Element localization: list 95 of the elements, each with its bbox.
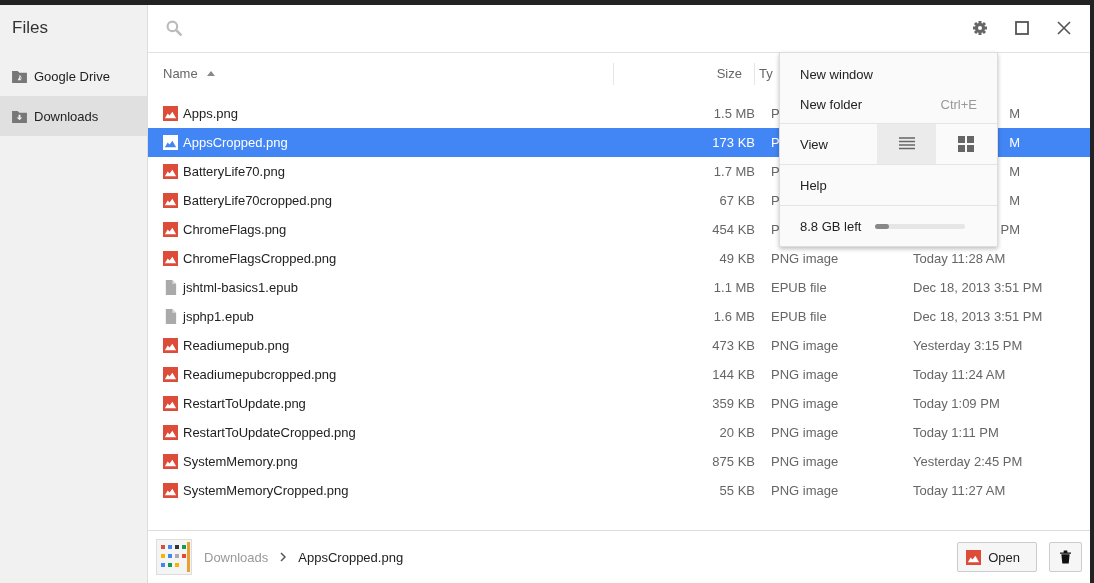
image-file-icon [163,482,178,498]
file-size: 173 KB [712,134,755,150]
file-name: Readiumepub.png [183,337,290,353]
file-date: M [1009,192,1020,208]
trash-icon [1060,550,1071,565]
chevron-right-icon [280,552,287,563]
image-file-icon [163,105,178,121]
file-name: ChromeFlags.png [183,221,287,237]
sidebar-item[interactable]: Downloads [0,96,147,136]
file-name: Readiumepubcropped.png [183,366,337,382]
delete-button[interactable] [1049,542,1082,573]
file-name: BatteryLife70cropped.png [183,192,332,208]
file-type: P [771,105,780,121]
file-size: 144 KB [712,366,755,382]
file-type: P [771,134,780,150]
file-type: PNG image [771,337,839,353]
file-name: AppsCropped.png [183,134,288,150]
file-size: 875 KB [712,453,755,469]
file-size: 359 KB [712,395,755,411]
file-size: 1.1 MB [713,279,755,295]
grid-view-icon [957,136,974,152]
settings-icon[interactable] [972,20,988,37]
file-date: Yesterday 2:45 PM [913,453,1023,469]
file-size: 67 KB [719,192,755,208]
file-type: EPUB file [771,279,827,295]
sort-up-icon [206,71,215,77]
file-size: 55 KB [719,482,755,498]
file-type: EPUB file [771,308,827,324]
file-size: 1.5 MB [713,105,755,121]
image-file-icon [163,192,178,208]
file-date: M [1009,105,1020,121]
file-type: PNG image [771,250,839,266]
file-date: PM [1000,221,1020,237]
file-size: 1.6 MB [713,308,755,324]
file-date: Today 1:11 PM [913,424,999,440]
file-date: M [1009,134,1020,150]
column-header[interactable]: Name [148,62,614,85]
file-name: BatteryLife70.png [183,163,285,179]
list-view-button[interactable] [877,124,936,164]
storage-label: 8.8 GB left [800,218,862,234]
file-type: PNG image [771,482,839,498]
file-name: RestartToUpdate.png [183,395,306,411]
menu-item[interactable]: New folder Ctrl+E [780,89,997,119]
open-button[interactable]: Open [957,542,1037,573]
view-label: View [799,136,829,152]
file-date: Today 1:09 PM [913,395,1000,411]
file-type: P [771,221,780,237]
file-name: SystemMemory.png [183,453,298,469]
app-title: Files [11,17,49,39]
file-size: 1.7 MB [713,163,755,179]
image-icon [966,549,982,565]
image-file-icon [163,453,178,469]
file-type: PNG image [771,424,839,440]
file-size: 454 KB [712,221,755,237]
file-date: Today 11:27 AM [913,482,1006,498]
file-type: P [771,163,780,179]
file-size: 473 KB [712,337,755,353]
image-file-icon [163,134,178,150]
file-date: Dec 18, 2013 3:51 PM [913,279,1043,295]
drive-folder-icon [12,69,27,83]
file-type: PNG image [771,395,839,411]
close-icon[interactable] [1056,20,1072,37]
file-name: Apps.png [183,105,238,121]
file-name: jsphp1.epub [183,308,254,324]
file-name: SystemMemoryCropped.png [183,482,349,498]
file-date: Today 11:28 AM [913,250,1006,266]
image-file-icon [163,424,178,440]
file-name: ChromeFlagsCropped.png [183,250,337,266]
download-folder-icon [12,109,27,123]
file-size: 20 KB [719,424,755,440]
image-file-icon [163,221,178,237]
image-file-icon [163,337,178,353]
file-date: Today 11:24 AM [913,366,1006,382]
sidebar-item[interactable]: Google Drive [0,56,147,96]
image-file-icon [163,163,178,179]
shortcut-hint: Ctrl+E [940,96,977,112]
file-date: Dec 18, 2013 3:51 PM [913,308,1043,324]
file-date: Yesterday 3:15 PM [913,337,1023,353]
file-name: RestartToUpdateCropped.png [183,424,356,440]
file-name: jshtml-basics1.epub [183,279,298,295]
file-icon [163,308,178,324]
image-file-icon [163,395,178,411]
column-header[interactable]: Size [614,62,755,85]
file-type: P [771,192,780,208]
file-type: PNG image [771,453,839,469]
list-view-icon [898,137,915,151]
file-icon [163,279,178,295]
image-file-icon [163,366,178,382]
maximize-icon[interactable] [1014,20,1030,37]
image-file-icon [163,250,178,266]
breadcrumb-item: AppsCropped.png [298,549,404,565]
file-date: M [1009,163,1020,179]
file-size: 49 KB [719,250,755,266]
file-type: PNG image [771,366,839,382]
menu-item[interactable]: New window [780,59,997,89]
